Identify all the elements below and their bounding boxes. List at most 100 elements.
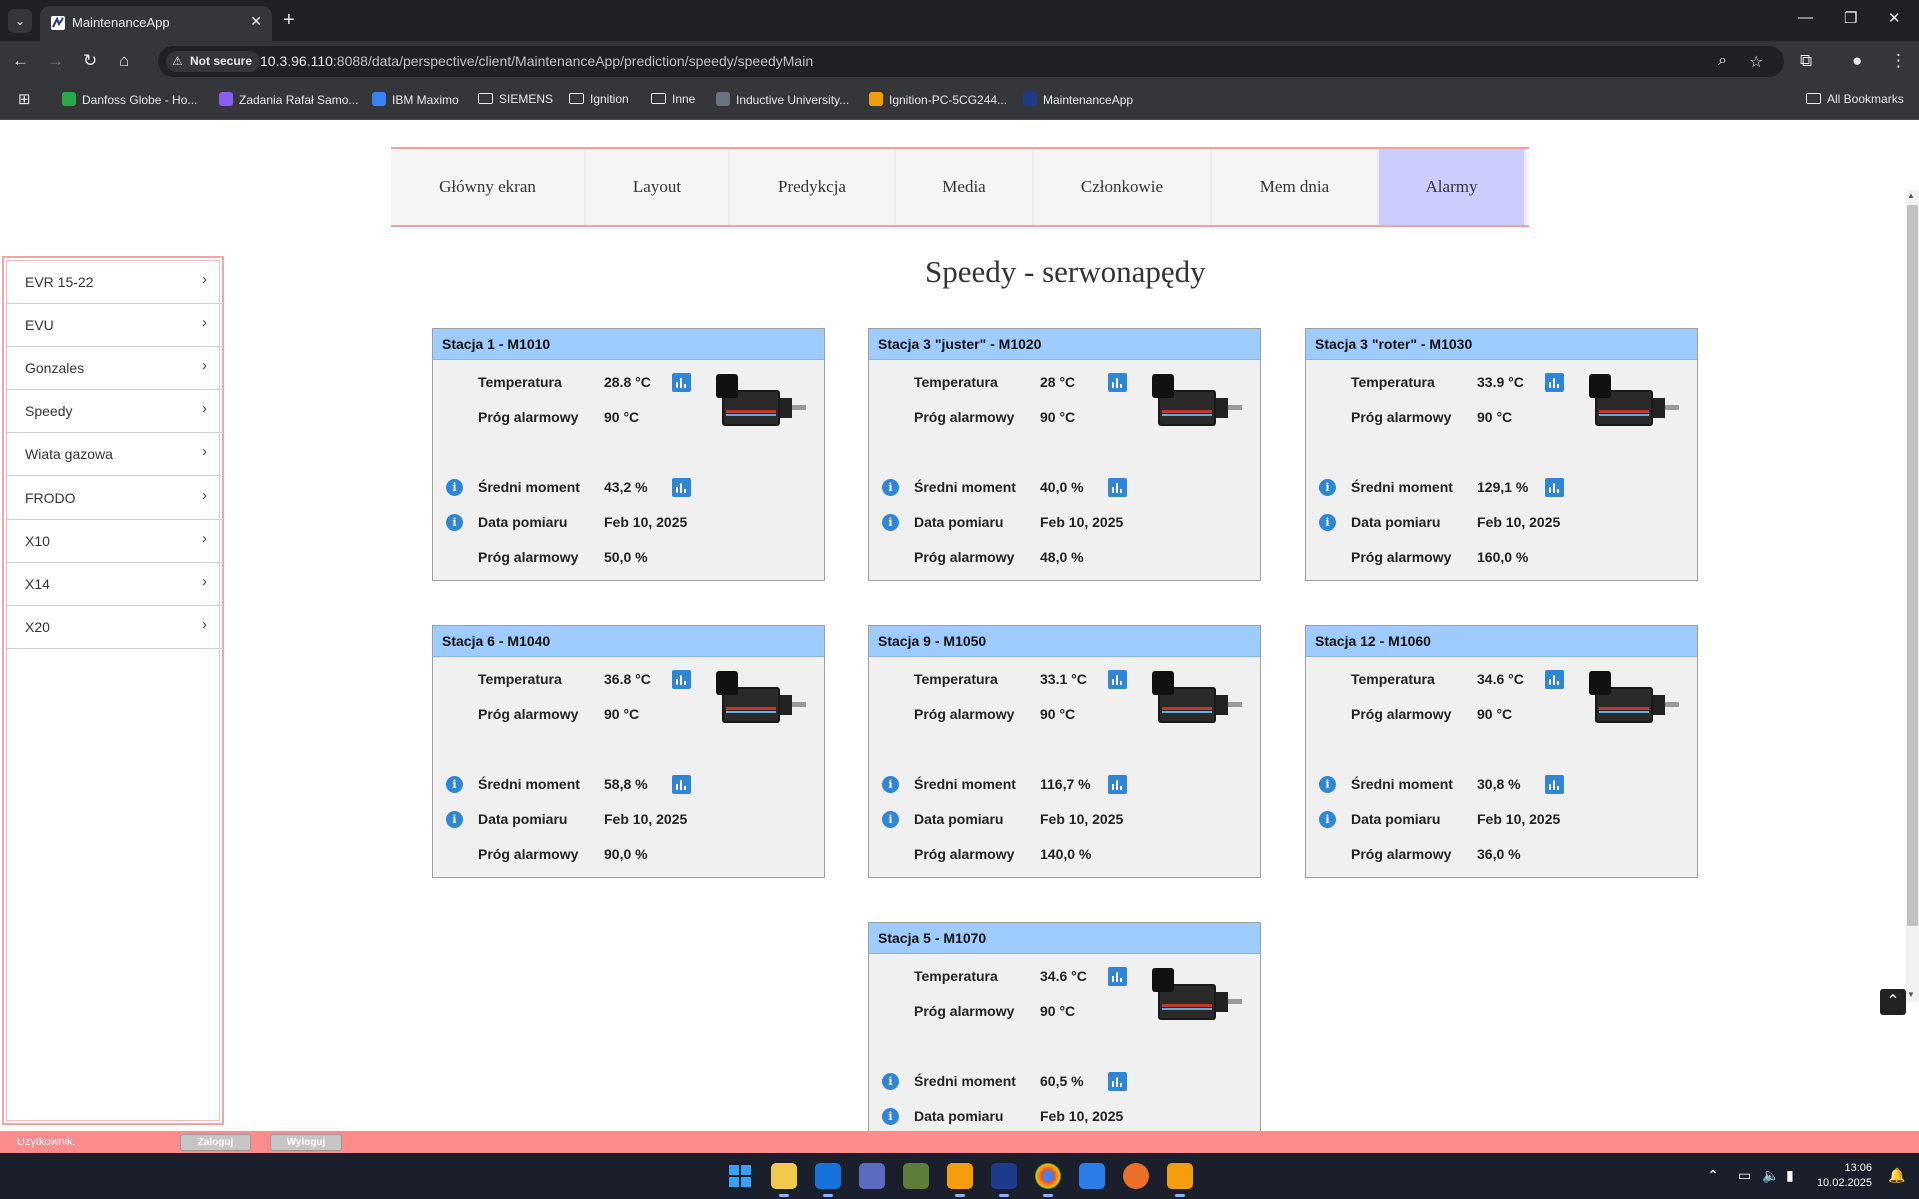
forward-icon[interactable]: → <box>47 51 64 71</box>
scroll-to-top-button[interactable]: ⌃ <box>1880 989 1906 1015</box>
apps-grid-icon[interactable]: ⊞ <box>18 90 31 108</box>
menu-icon[interactable]: ⋮ <box>1890 51 1907 71</box>
outlook-icon[interactable] <box>815 1163 841 1197</box>
bookmark-item[interactable]: IBM Maximo <box>372 92 459 107</box>
scroll-down-icon[interactable]: ▼ <box>1907 990 1915 999</box>
bar-chart-icon[interactable] <box>672 775 691 794</box>
ignition-icon[interactable] <box>1167 1163 1193 1197</box>
nav-tab-mem-dnia[interactable]: Mem dnia <box>1212 149 1379 225</box>
sidebar-item-frodo[interactable]: FRODO › <box>7 477 223 520</box>
bar-chart-icon[interactable] <box>1108 373 1127 392</box>
scroll-up-icon[interactable]: ▲ <box>1907 191 1915 200</box>
info-icon[interactable]: i <box>446 776 463 793</box>
nav-tab-główny-ekran[interactable]: Główny ekran <box>391 149 586 225</box>
windows-start-icon[interactable] <box>727 1163 753 1189</box>
info-icon[interactable]: i <box>882 811 899 828</box>
chrome-icon[interactable] <box>1035 1163 1061 1197</box>
notifications-icon[interactable]: 🔔 <box>1888 1167 1905 1184</box>
info-icon[interactable]: i <box>1319 811 1336 828</box>
tray-chevron-icon[interactable]: ⌃ <box>1707 1167 1719 1184</box>
sidebar-item-evr-15-22[interactable]: EVR 15-22 › <box>7 261 223 304</box>
tab-search-icon[interactable]: ⌄ <box>8 9 32 33</box>
torque-threshold-value: 36,0 % <box>1477 846 1521 862</box>
bookmark-item[interactable]: Danfoss Globe - Ho... <box>62 92 197 107</box>
sidebar-item-x10[interactable]: X10 › <box>7 520 223 563</box>
tab-close-icon[interactable]: ✕ <box>250 13 262 30</box>
system-clock[interactable]: 13:06 10.02.2025 <box>1812 1161 1872 1191</box>
info-icon[interactable]: i <box>446 514 463 531</box>
info-icon[interactable]: i <box>446 811 463 828</box>
restore-icon[interactable]: ❐ <box>1844 9 1857 27</box>
bookmark-item[interactable]: Inductive University... <box>716 92 849 107</box>
bar-chart-icon[interactable] <box>1545 670 1564 689</box>
info-icon[interactable]: i <box>882 479 899 496</box>
home-icon[interactable]: ⌂ <box>119 51 129 71</box>
maintenance-app-taskbar-icon[interactable] <box>991 1163 1017 1197</box>
info-icon[interactable]: i <box>882 1108 899 1125</box>
tool-icon[interactable] <box>903 1163 929 1189</box>
sidebar-item-x14[interactable]: X14 › <box>7 563 223 606</box>
bar-chart-icon[interactable] <box>1108 967 1127 986</box>
security-indicator[interactable]: ⚠ Not secure <box>166 51 261 72</box>
network-icon[interactable]: ▭ <box>1738 1167 1751 1184</box>
logout-button[interactable]: Wyloguj <box>270 1134 342 1151</box>
browser-tab[interactable]: MaintenanceApp ✕ <box>40 6 272 41</box>
info-icon[interactable]: i <box>446 479 463 496</box>
new-tab-icon[interactable]: + <box>283 8 295 32</box>
battery-icon[interactable]: ▮ <box>1786 1167 1794 1184</box>
bookmark-item[interactable]: MaintenanceApp <box>1023 92 1133 107</box>
sidebar-item-speedy[interactable]: Speedy › <box>7 390 223 434</box>
close-window-icon[interactable]: ✕ <box>1888 9 1901 27</box>
bar-chart-icon[interactable] <box>1108 775 1127 794</box>
nav-tab-media[interactable]: Media <box>896 149 1034 225</box>
info-icon[interactable]: i <box>1319 776 1336 793</box>
info-icon[interactable]: i <box>1319 514 1336 531</box>
bookmark-star-icon[interactable]: ☆ <box>1749 52 1763 72</box>
nav-tab-predykcja[interactable]: Predykcja <box>730 149 896 225</box>
profile-icon[interactable]: ● <box>1852 51 1862 71</box>
servo-motor-image <box>1148 372 1243 434</box>
store-icon[interactable] <box>1079 1163 1105 1189</box>
bar-chart-icon[interactable] <box>1108 478 1127 497</box>
headset-icon[interactable] <box>1123 1163 1149 1189</box>
sidebar-item-wiata-gazowa[interactable]: Wiata gazowa › <box>7 433 223 477</box>
sidebar-item-x20[interactable]: X20 › <box>7 606 223 649</box>
address-bar[interactable]: ⚠ Not secure 10.3.96.110:8088/data/persp… <box>158 46 1784 77</box>
bar-chart-icon[interactable] <box>672 478 691 497</box>
login-button[interactable]: Zaloguj <box>180 1134 251 1151</box>
all-bookmarks[interactable]: All Bookmarks <box>1806 92 1904 106</box>
back-icon[interactable]: ← <box>12 51 29 71</box>
bar-chart-icon[interactable] <box>1108 1072 1127 1091</box>
remote-desktop-icon[interactable] <box>859 1163 885 1189</box>
volume-icon[interactable]: 🔈 <box>1762 1167 1779 1184</box>
bar-chart-icon[interactable] <box>1545 775 1564 794</box>
extensions-icon[interactable]: ⧉ <box>1800 51 1812 71</box>
reload-icon[interactable]: ↻ <box>83 51 97 71</box>
bookmark-item[interactable]: Inne <box>651 92 695 106</box>
scrollbar-thumb[interactable] <box>1907 205 1918 926</box>
info-icon[interactable]: i <box>882 514 899 531</box>
info-icon[interactable]: i <box>882 776 899 793</box>
sidebar-item-gonzales[interactable]: Gonzales › <box>7 347 223 391</box>
minimize-icon[interactable]: — <box>1798 9 1813 26</box>
bar-chart-icon[interactable] <box>1545 373 1564 392</box>
nav-tab-alarmy[interactable]: Alarmy <box>1379 149 1526 225</box>
nav-tab-layout[interactable]: Layout <box>586 149 730 225</box>
bookmark-item[interactable]: SIEMENS <box>478 92 553 106</box>
info-icon[interactable]: i <box>882 1073 899 1090</box>
measure-date-label: Data pomiaru <box>478 514 568 530</box>
bar-chart-icon[interactable] <box>672 670 691 689</box>
bookmark-item[interactable]: Ignition <box>569 92 629 106</box>
bookmark-item[interactable]: Zadania Rafał Samo... <box>219 92 358 107</box>
sidebar-item-evu[interactable]: EVU › <box>7 304 223 348</box>
zoom-icon[interactable]: ⌕ <box>1718 52 1727 70</box>
ignition-designer-icon[interactable] <box>947 1163 973 1197</box>
nav-tab-członkowie[interactable]: Członkowie <box>1034 149 1212 225</box>
bar-chart-icon[interactable] <box>672 373 691 392</box>
file-explorer-icon[interactable] <box>771 1163 797 1197</box>
info-icon[interactable]: i <box>1319 479 1336 496</box>
bar-chart-icon[interactable] <box>1108 670 1127 689</box>
bookmark-item[interactable]: Ignition-PC-5CG244... <box>869 92 1007 107</box>
url-text[interactable]: 10.3.96.110:8088/data/perspective/client… <box>260 53 813 69</box>
bar-chart-icon[interactable] <box>1545 478 1564 497</box>
